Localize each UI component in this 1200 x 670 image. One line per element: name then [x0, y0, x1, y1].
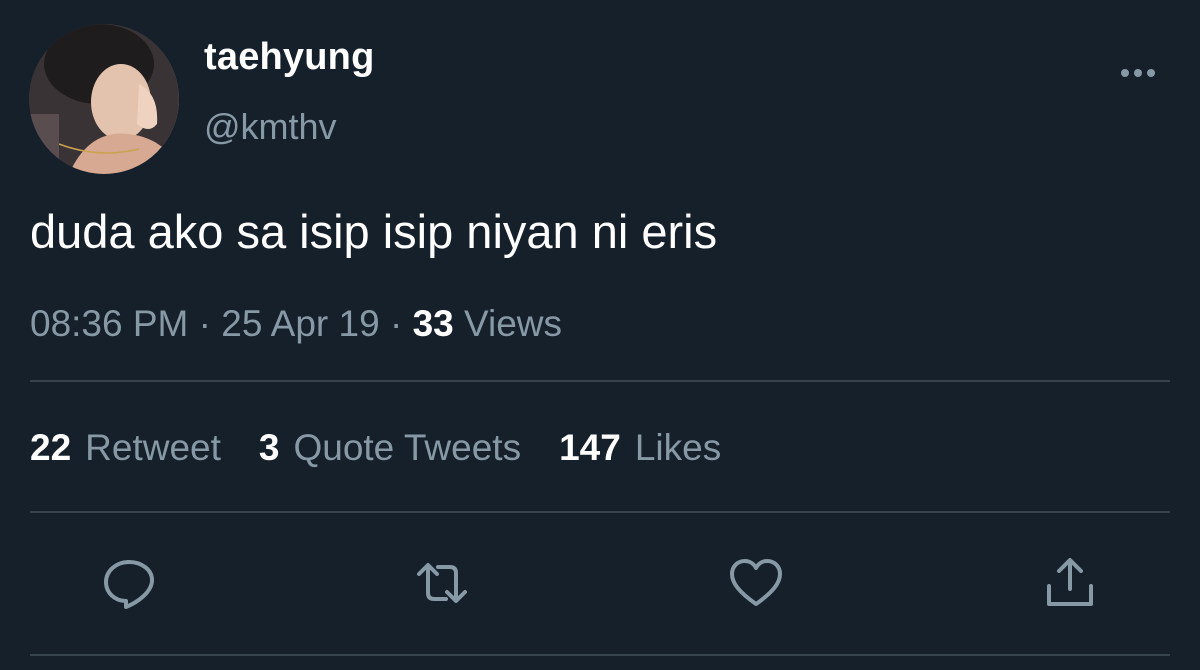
avatar[interactable]	[29, 24, 179, 174]
profile-photo-icon	[29, 24, 179, 174]
likes-count: 147	[559, 427, 621, 468]
retweet-button[interactable]	[415, 556, 469, 610]
quote-tweets-label: Quote Tweets	[293, 427, 522, 468]
likes-label: Likes	[634, 427, 722, 468]
engagement-stats: 22 Retweet 3 Quote Tweets 147 Likes	[30, 427, 721, 469]
more-icon	[1121, 69, 1155, 77]
reply-button[interactable]	[102, 556, 156, 610]
tweet-time[interactable]: 08:36 PM	[30, 303, 188, 344]
like-button[interactable]	[729, 556, 783, 610]
quote-tweets-stat[interactable]: 3 Quote Tweets	[259, 427, 521, 469]
meta-separator: ·	[389, 303, 403, 344]
retweets-count: 22	[30, 427, 72, 468]
meta-separator: ·	[198, 303, 211, 344]
reply-icon	[104, 560, 154, 609]
quote-tweets-count: 3	[258, 427, 280, 468]
tweet-card: taehyung @kmthv duda ako sa isip isip ni…	[0, 0, 1200, 670]
divider	[30, 380, 1170, 382]
views-label: Views	[464, 303, 563, 344]
views-count: 33	[412, 303, 454, 344]
likes-stat[interactable]: 147 Likes	[559, 427, 721, 469]
retweet-icon	[417, 563, 467, 603]
share-icon	[1047, 558, 1093, 606]
share-button[interactable]	[1043, 556, 1097, 610]
user-handle[interactable]: @kmthv	[204, 106, 337, 148]
tweet-text: duda ako sa isip isip niyan ni eris	[30, 205, 718, 258]
more-options-button[interactable]	[1110, 58, 1166, 88]
divider	[30, 654, 1170, 656]
retweets-stat[interactable]: 22 Retweet	[30, 427, 221, 469]
tweet-meta: 08:36 PM · 25 Apr 19 · 33 Views	[30, 303, 562, 345]
heart-icon	[730, 559, 782, 606]
divider	[30, 511, 1170, 513]
display-name[interactable]: taehyung	[204, 36, 375, 79]
tweet-date[interactable]: 25 Apr 19	[221, 303, 379, 344]
retweets-label: Retweet	[85, 427, 221, 468]
